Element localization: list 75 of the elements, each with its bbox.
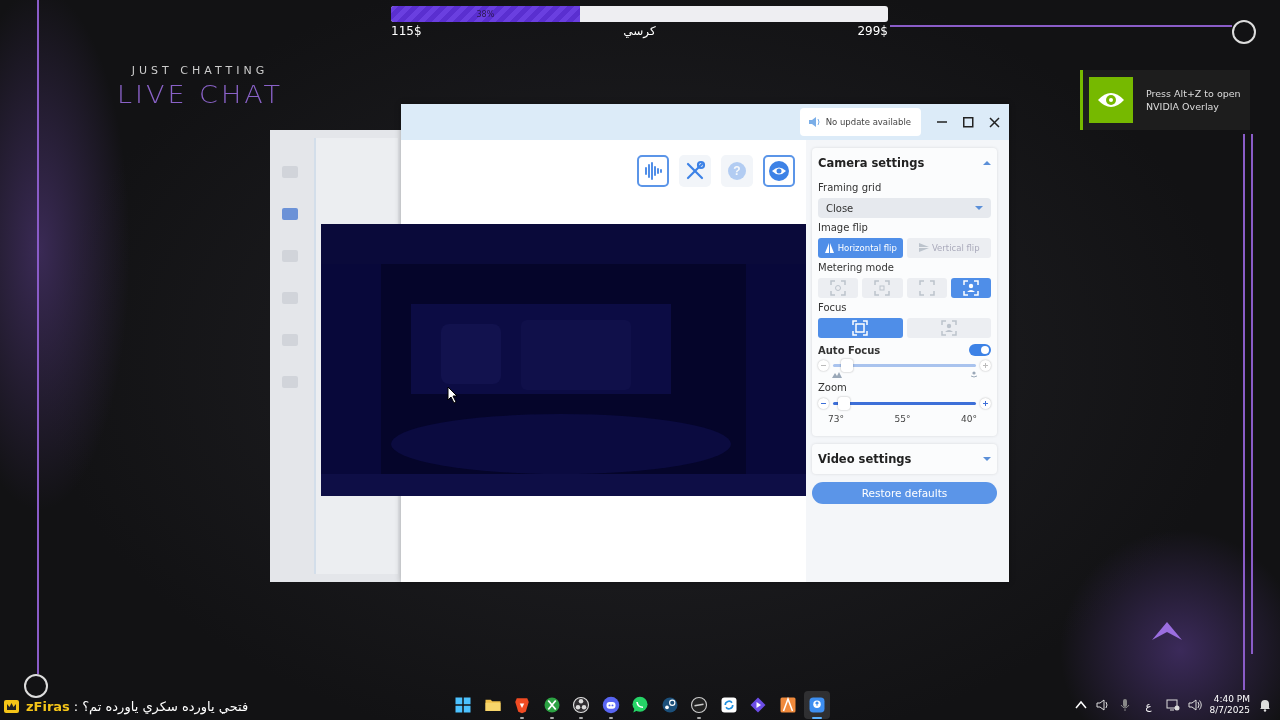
metering-option[interactable] [950,278,991,298]
start-button [454,696,472,714]
field-label: Metering mode [818,262,895,273]
goal-title: كرسي [623,24,656,38]
volume-icon[interactable] [1187,698,1202,712]
mountain-icon [832,371,842,378]
play-diamond-icon [749,696,767,714]
field-label: Image flip [818,222,869,233]
running-indicator [608,717,613,719]
update-status: No update available [799,108,921,136]
crown-icon [4,699,19,713]
frame-icon [961,279,980,297]
running-indicator [579,717,583,719]
frame-icon [829,279,848,297]
username: zFiras [26,698,70,714]
language-indicator[interactable]: ع [1145,699,1152,711]
plus-icon [980,360,991,371]
frame-icon [917,279,936,297]
framing-grid-dropdown[interactable]: Close [818,198,991,218]
field-label: Framing grid [818,182,883,193]
caret-icon [975,205,983,211]
slider-thumb[interactable] [838,397,851,410]
plus-icon [980,398,991,409]
stream-title: LIVE CHAT [116,80,284,109]
toolbar-button[interactable] [637,155,669,187]
stream-subtitle: JUST CHATTING [131,64,269,77]
maximize-icon [962,116,974,128]
speaker-icon[interactable] [1095,698,1110,712]
focus-option[interactable] [818,318,903,338]
start-amount: 115$ [391,24,422,38]
running-indicator [812,717,822,719]
taskbar-app-button[interactable] [804,691,830,719]
chat-message: فتحي ياورده سكري ياورده تم؟ [82,698,249,714]
plus-button[interactable] [980,398,991,409]
tent-app-icon [778,696,797,714]
running-indicator [697,717,701,719]
close-icon [988,116,1000,128]
field-label: Zoom [818,382,848,393]
percent-label: 38% [476,9,495,19]
frame-icon [851,319,870,337]
clock-date: 8/7/2025 [1209,705,1250,716]
toolbar-button[interactable] [679,155,711,187]
frame-icon [939,319,958,337]
display-icon[interactable] [1165,698,1180,712]
clock-time: 4:40 PM [1213,694,1250,705]
frame-icon [873,279,892,297]
caret-icon [983,160,991,166]
eye-logo-icon [1089,77,1133,123]
separator: : [73,698,79,714]
round-app-icon [690,696,708,714]
tick-label: 55° [894,414,911,424]
camera-app-icon [808,696,826,714]
flip-icon [917,242,929,254]
field-label: Focus [818,302,848,313]
target-amount: 299$ [857,24,888,38]
speaker-icon [807,116,822,128]
minus-button[interactable] [818,398,829,409]
tick-label: 73° [828,414,844,424]
sync-app-icon [719,696,738,714]
tick-label: 40° [961,414,977,424]
section-header[interactable]: Camera settings [818,148,991,178]
flip-icon [823,242,835,254]
slider-thumb[interactable] [841,359,854,372]
caret-icon [983,456,991,462]
help-icon: ? [728,162,746,180]
toolbar-button[interactable] [763,155,795,187]
cursor-icon [447,386,459,404]
bell-icon[interactable] [1258,698,1272,712]
notification-text: Press Alt+Z to open NVIDIA Overlay [1146,87,1241,113]
minimize-icon [937,121,947,123]
running-indicator [520,717,524,719]
running-indicator [549,717,554,719]
eye-icon [767,159,791,183]
toggle-switch[interactable] [969,344,991,356]
toggle-label: Auto Focus [818,344,881,356]
